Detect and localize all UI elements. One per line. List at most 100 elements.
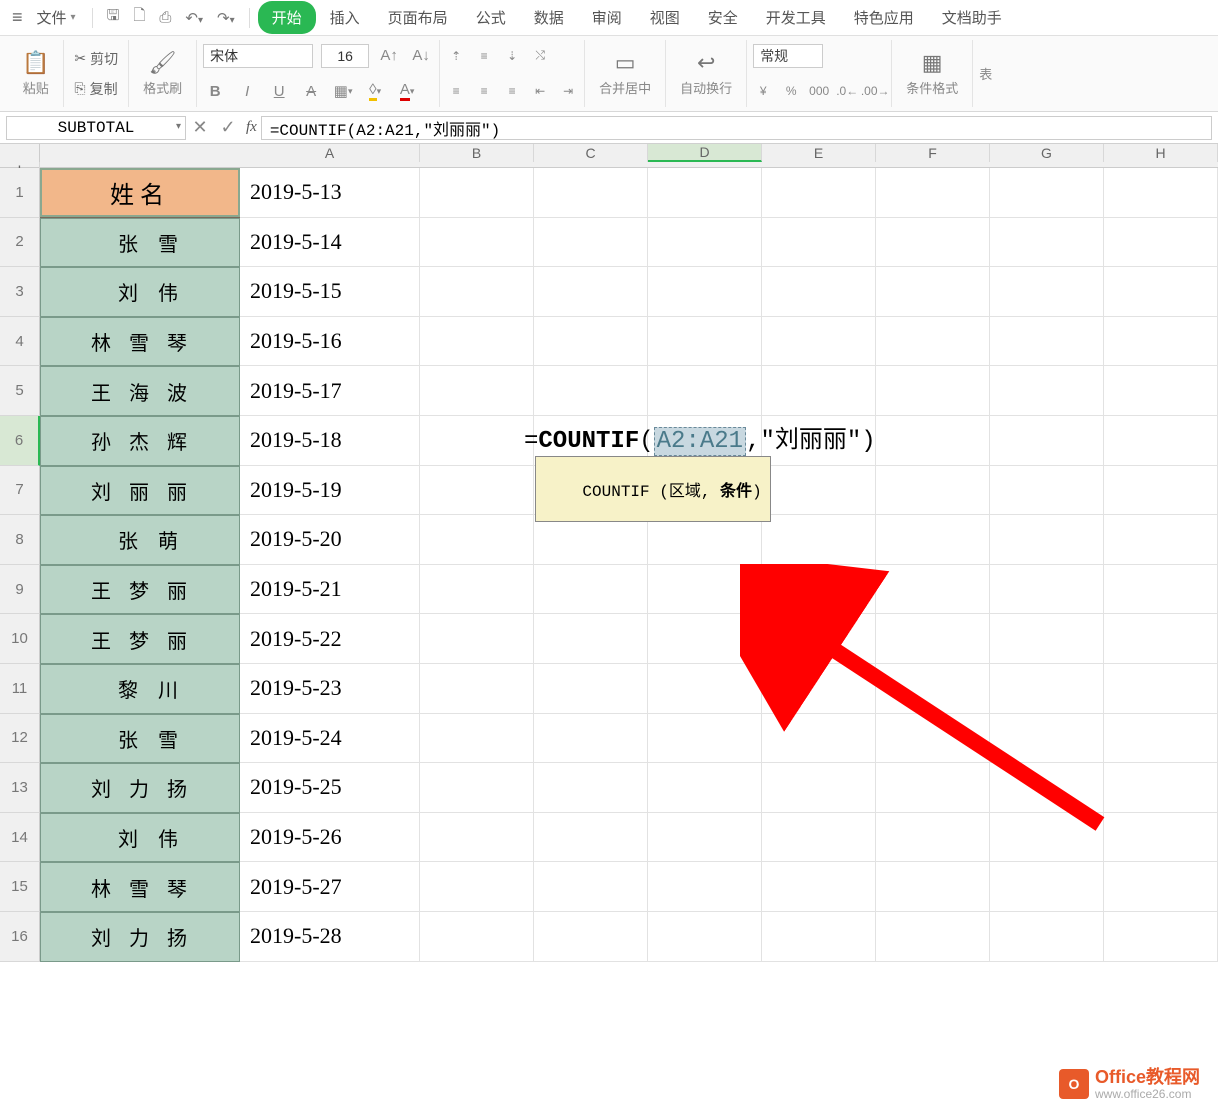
- bold-icon[interactable]: B: [203, 79, 227, 103]
- cell[interactable]: [420, 168, 534, 218]
- cell[interactable]: 王梦丽: [40, 565, 240, 615]
- cell[interactable]: [762, 366, 876, 416]
- enter-icon[interactable]: ✓: [214, 117, 242, 138]
- row-header[interactable]: 1: [0, 168, 40, 218]
- cell[interactable]: [534, 862, 648, 912]
- cell[interactable]: 2019-5-22: [240, 614, 420, 664]
- cell[interactable]: [534, 317, 648, 367]
- cell[interactable]: [1104, 416, 1218, 466]
- cell[interactable]: [648, 664, 762, 714]
- cell[interactable]: [1104, 267, 1218, 317]
- font-color-icon[interactable]: A▾: [395, 79, 419, 103]
- cell[interactable]: [876, 218, 990, 268]
- decrease-decimal-icon[interactable]: .00→: [865, 79, 885, 103]
- cell[interactable]: [762, 515, 876, 565]
- merge-icon[interactable]: ▭: [615, 50, 636, 76]
- cell[interactable]: [1104, 317, 1218, 367]
- cell[interactable]: [648, 366, 762, 416]
- cell[interactable]: [876, 515, 990, 565]
- cell[interactable]: 2019-5-27: [240, 862, 420, 912]
- cell[interactable]: [648, 763, 762, 813]
- cell[interactable]: [990, 168, 1104, 218]
- align-right-icon[interactable]: ≡: [502, 79, 522, 103]
- cell[interactable]: [1104, 366, 1218, 416]
- cell[interactable]: [420, 763, 534, 813]
- cell[interactable]: [762, 813, 876, 863]
- cell[interactable]: [762, 168, 876, 218]
- cell[interactable]: [1104, 813, 1218, 863]
- cell[interactable]: [1104, 466, 1218, 516]
- indent-right-icon[interactable]: ⇥: [558, 79, 578, 103]
- cell[interactable]: [876, 664, 990, 714]
- row-header[interactable]: 9: [0, 565, 40, 615]
- cell[interactable]: [1104, 565, 1218, 615]
- cell[interactable]: [420, 862, 534, 912]
- ribbon-tab[interactable]: 数据: [520, 1, 578, 34]
- row-header[interactable]: 14: [0, 813, 40, 863]
- cell[interactable]: [990, 366, 1104, 416]
- cell[interactable]: 刘力扬: [40, 763, 240, 813]
- cell[interactable]: [990, 515, 1104, 565]
- cell[interactable]: [990, 813, 1104, 863]
- cell[interactable]: [420, 366, 534, 416]
- ribbon-tab[interactable]: 公式: [462, 1, 520, 34]
- cell[interactable]: [648, 862, 762, 912]
- align-bottom-icon[interactable]: ⇣: [502, 44, 522, 68]
- cell[interactable]: 刘力扬: [40, 912, 240, 962]
- ribbon-tab[interactable]: 特色应用: [840, 1, 928, 34]
- cell[interactable]: [534, 565, 648, 615]
- increase-decimal-icon[interactable]: .0←: [837, 79, 857, 103]
- cell[interactable]: [762, 763, 876, 813]
- cell[interactable]: [648, 912, 762, 962]
- cell[interactable]: [876, 912, 990, 962]
- row-header[interactable]: 3: [0, 267, 40, 317]
- column-header[interactable]: D: [648, 144, 762, 162]
- cell[interactable]: [534, 664, 648, 714]
- row-header[interactable]: 16: [0, 912, 40, 962]
- print-preview-icon[interactable]: 🗋: [127, 5, 151, 30]
- orientation-icon[interactable]: ⤭: [530, 44, 550, 68]
- cell[interactable]: [990, 664, 1104, 714]
- cell[interactable]: [762, 664, 876, 714]
- select-all-corner[interactable]: [0, 144, 40, 162]
- cell[interactable]: [420, 515, 534, 565]
- cell[interactable]: [420, 565, 534, 615]
- cell[interactable]: [990, 416, 1104, 466]
- cell[interactable]: [1104, 218, 1218, 268]
- cell[interactable]: [420, 614, 534, 664]
- cell[interactable]: [648, 565, 762, 615]
- italic-icon[interactable]: I: [235, 79, 259, 103]
- cell[interactable]: 张 雪: [40, 218, 240, 268]
- in-cell-formula[interactable]: = COUNTIF ( A2:A21 , "刘丽丽" ): [524, 419, 876, 456]
- column-header[interactable]: B: [420, 144, 534, 162]
- strike-icon[interactable]: A: [299, 79, 323, 103]
- cell[interactable]: [1104, 763, 1218, 813]
- cell[interactable]: 孙杰辉: [40, 416, 240, 466]
- cell[interactable]: 林雪琴: [40, 317, 240, 367]
- column-header[interactable]: G: [990, 144, 1104, 162]
- cell[interactable]: [420, 813, 534, 863]
- row-header[interactable]: 8: [0, 515, 40, 565]
- border-icon[interactable]: ▦▾: [331, 79, 355, 103]
- cell[interactable]: [876, 168, 990, 218]
- cell[interactable]: [990, 614, 1104, 664]
- cell[interactable]: 王海波: [40, 366, 240, 416]
- cell[interactable]: 2019-5-16: [240, 317, 420, 367]
- cell[interactable]: [534, 912, 648, 962]
- cell[interactable]: 2019-5-20: [240, 515, 420, 565]
- cell[interactable]: [534, 813, 648, 863]
- cell[interactable]: [420, 714, 534, 764]
- cell[interactable]: 2019-5-25: [240, 763, 420, 813]
- row-header[interactable]: 2: [0, 218, 40, 268]
- cell[interactable]: [762, 466, 876, 516]
- cell[interactable]: 2019-5-18: [240, 416, 420, 466]
- cell[interactable]: 2019-5-13: [240, 168, 420, 218]
- cell[interactable]: [1104, 664, 1218, 714]
- cancel-icon[interactable]: ✕: [186, 117, 214, 138]
- cell[interactable]: 2019-5-21: [240, 565, 420, 615]
- cell[interactable]: [762, 267, 876, 317]
- cell[interactable]: [990, 565, 1104, 615]
- ribbon-tab[interactable]: 文档助手: [928, 1, 1016, 34]
- save-icon[interactable]: 🖫: [101, 5, 126, 30]
- formula-range-ref[interactable]: A2:A21: [654, 427, 746, 456]
